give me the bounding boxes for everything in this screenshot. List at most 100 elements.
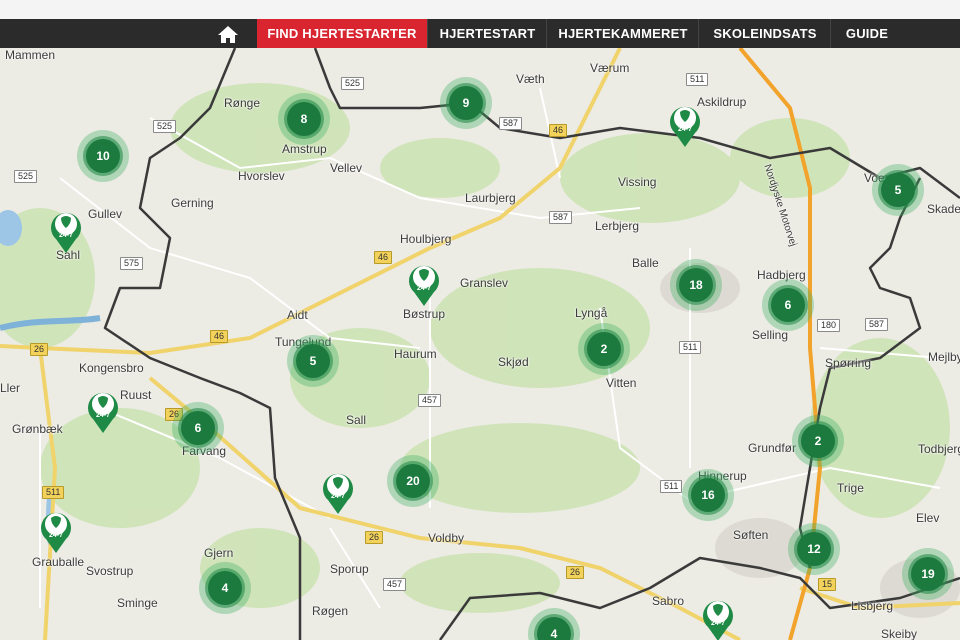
svg-text:24-7: 24-7 — [417, 285, 431, 292]
defibrillator-cluster[interactable]: 8 — [278, 93, 330, 145]
place-label: Grønbæk — [12, 422, 63, 436]
svg-text:24-7: 24-7 — [711, 620, 725, 627]
place-label: Lyngå — [575, 306, 608, 320]
road-shield: 575 — [120, 257, 144, 270]
place-label: Gjern — [204, 546, 234, 560]
place-label: Mammen — [5, 48, 56, 62]
road-shield: 457 — [418, 394, 442, 407]
defibrillator-24-7-pin[interactable]: 24-7 — [321, 469, 355, 515]
road-shield: 15 — [818, 578, 837, 591]
road-shield: 511 — [686, 73, 709, 86]
road-shield: 511 — [42, 486, 65, 499]
nav-hjertekammeret[interactable]: HJERTEKAMMERET — [546, 19, 699, 48]
defibrillator-cluster[interactable]: 5 — [287, 335, 339, 387]
place-label: Lisbjerg — [851, 599, 894, 613]
place-label: Elev — [916, 511, 940, 525]
place-label: Skjød — [498, 355, 529, 369]
defibrillator-cluster[interactable]: 10 — [77, 130, 129, 182]
place-label: Todbjerg — [918, 442, 960, 456]
defibrillator-cluster[interactable]: 4 — [199, 562, 251, 614]
road-shield: 511 — [660, 480, 683, 493]
defibrillator-cluster[interactable]: 16 — [682, 469, 734, 521]
top-strip — [0, 0, 960, 19]
place-label: Aidt — [287, 308, 308, 322]
defibrillator-cluster[interactable]: 18 — [670, 259, 722, 311]
place-label: Ller — [0, 381, 21, 395]
road-shield: 525 — [341, 77, 365, 90]
place-label: Vellev — [330, 161, 363, 175]
home-icon[interactable] — [213, 19, 243, 48]
place-label: Mejlby — [928, 350, 960, 364]
road-shield: 525 — [153, 120, 177, 133]
defibrillator-cluster[interactable]: 12 — [788, 523, 840, 575]
road-shield: 26 — [365, 531, 384, 544]
svg-text:24-7: 24-7 — [331, 493, 345, 500]
nav-hjertestart[interactable]: HJERTESTART — [427, 19, 547, 48]
place-label: Lerbjerg — [595, 219, 640, 233]
road-shield: 457 — [383, 578, 407, 591]
svg-text:24-7: 24-7 — [678, 126, 692, 133]
place-label: Sminge — [117, 596, 158, 610]
svg-text:24-7: 24-7 — [96, 412, 110, 419]
road-shield: 525 — [14, 170, 38, 183]
place-label: Grundfør — [748, 441, 797, 455]
road-shield: 587 — [865, 318, 889, 331]
road-shield: 511 — [679, 341, 702, 354]
map-canvas[interactable]: Mammen Rønge Vellev Amstrup Hvorslev Væt… — [0, 48, 960, 640]
defibrillator-cluster[interactable]: 19 — [902, 548, 954, 600]
defibrillator-24-7-pin[interactable]: 24-7 — [701, 596, 735, 640]
place-label: Kongensbro — [79, 361, 144, 375]
place-label: Trige — [837, 481, 864, 495]
defibrillator-cluster[interactable]: 2 — [578, 323, 630, 375]
place-label: Ruust — [120, 388, 152, 402]
defibrillator-24-7-pin[interactable]: 24-7 — [39, 508, 73, 554]
place-label: Voldby — [428, 531, 465, 545]
place-label: Grauballe — [32, 555, 85, 569]
road-shield: 587 — [499, 117, 523, 130]
place-label: Vissing — [618, 175, 657, 189]
defibrillator-24-7-pin[interactable]: 24-7 — [49, 208, 83, 254]
place-label: Hvorslev — [238, 169, 285, 183]
defibrillator-cluster[interactable]: 6 — [172, 402, 224, 454]
place-label: Svostrup — [86, 564, 134, 578]
defibrillator-cluster[interactable]: 6 — [762, 279, 814, 331]
defibrillator-24-7-pin[interactable]: 24-7 — [86, 388, 120, 434]
place-label: Sabro — [652, 594, 685, 608]
place-label: Skade — [927, 202, 960, 216]
svg-text:24-7: 24-7 — [59, 232, 73, 239]
place-label: Haurum — [394, 347, 437, 361]
place-label: Røgen — [312, 604, 349, 618]
place-label: Væth — [516, 72, 545, 86]
defibrillator-cluster[interactable]: 20 — [387, 455, 439, 507]
place-label: Granslev — [460, 276, 509, 290]
place-label: Rønge — [224, 96, 261, 110]
road-shield: 26 — [30, 343, 49, 356]
nav-guide[interactable]: GUIDE — [830, 19, 903, 48]
place-label: Værum — [590, 61, 630, 75]
place-label: Askildrup — [697, 95, 747, 109]
road-shield: 46 — [210, 330, 229, 343]
place-label: Houlbjerg — [400, 232, 452, 246]
place-label: Skeiby — [881, 627, 918, 640]
road-shield: 46 — [549, 124, 568, 137]
defibrillator-cluster[interactable]: 2 — [792, 415, 844, 467]
place-label: Balle — [632, 256, 659, 270]
defibrillator-cluster[interactable]: 5 — [872, 164, 924, 216]
place-label: Gullev — [88, 207, 123, 221]
place-label: Laurbjerg — [465, 191, 516, 205]
place-label: Sporup — [330, 562, 369, 576]
road-shield: 46 — [374, 251, 393, 264]
defibrillator-cluster[interactable]: 9 — [440, 77, 492, 129]
place-label: Søften — [733, 528, 769, 542]
road-shield: 180 — [817, 319, 841, 332]
road-shield: 587 — [549, 211, 573, 224]
place-label: Gerning — [171, 196, 214, 210]
defibrillator-24-7-pin[interactable]: 24-7 — [407, 261, 441, 307]
place-label: Spørring — [825, 356, 872, 370]
svg-text:24-7: 24-7 — [49, 532, 63, 539]
nav-skoleindsats[interactable]: SKOLEINDSATS — [698, 19, 831, 48]
nav-find-hjertestarter[interactable]: FIND HJERTESTARTER — [257, 19, 427, 48]
place-label: Vitten — [606, 376, 637, 390]
place-label: Bøstrup — [403, 307, 446, 321]
defibrillator-24-7-pin[interactable]: 24-7 — [668, 102, 702, 148]
